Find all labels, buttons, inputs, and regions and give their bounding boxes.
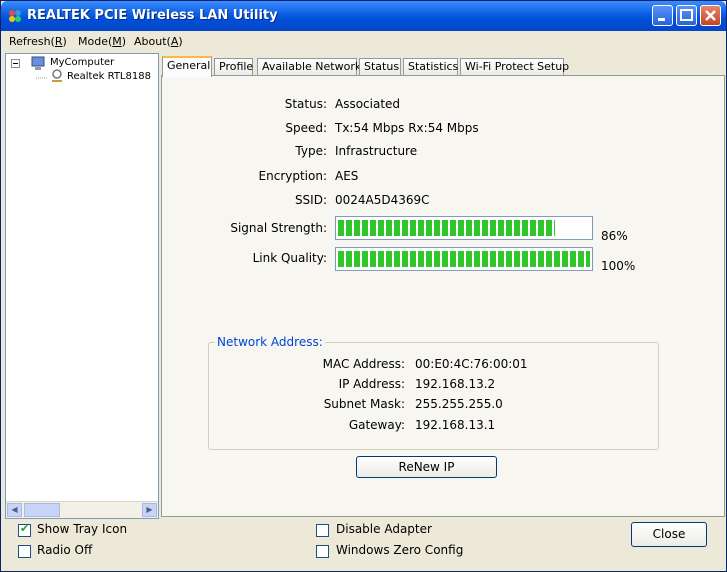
subnet-mask-label: Subnet Mask:	[323, 397, 405, 411]
menu-mode[interactable]: Mode(M)	[78, 35, 126, 48]
menu-refresh-accel: R	[54, 35, 63, 48]
menu-refresh-label: Refresh(	[9, 35, 55, 48]
menu-about-label: About(	[134, 35, 171, 48]
windows-zero-config-checkbox[interactable]	[316, 545, 329, 558]
adapter-icon	[52, 69, 62, 82]
tab-wifi-protect-setup[interactable]: Wi-Fi Protect Setup	[460, 58, 569, 75]
maximize-button[interactable]	[676, 5, 697, 26]
collapse-icon[interactable]	[11, 59, 21, 69]
menu-refresh[interactable]: Refresh(R)	[9, 35, 67, 48]
close-icon	[705, 10, 716, 21]
menu-refresh-tail: )	[62, 35, 67, 48]
signal-strength-label: Signal Strength:	[230, 221, 327, 235]
link-quality-bar	[335, 247, 593, 271]
tab-profile[interactable]: Profile	[214, 58, 253, 75]
ip-address-label: IP Address:	[338, 377, 405, 391]
menu-bar: Refresh(R) Mode(M) About(A)	[1, 32, 726, 51]
show-tray-icon-label[interactable]: Show Tray Icon	[37, 522, 127, 536]
menu-mode-label: Mode(	[78, 35, 113, 48]
link-quality-fill	[338, 251, 590, 267]
signal-strength-percent: 86%	[601, 229, 628, 243]
menu-mode-accel: M	[112, 35, 122, 48]
type-value: Infrastructure	[335, 144, 418, 158]
show-tray-icon-checkbox[interactable]: ✔	[18, 522, 31, 537]
signal-strength-fill	[338, 220, 555, 236]
tab-status[interactable]: Status	[359, 58, 401, 75]
mac-address-label: MAC Address:	[322, 357, 405, 371]
status-value: Associated	[335, 97, 401, 111]
device-tree[interactable]: MyComputer Realtek RTL8188 ◀ ▶	[5, 53, 159, 519]
windows-zero-config-label[interactable]: Windows Zero Config	[336, 543, 463, 557]
link-quality-percent: 100%	[601, 259, 636, 273]
tab-available-network[interactable]: Available Network	[257, 58, 361, 75]
close-window-button[interactable]	[700, 5, 721, 26]
tree-horizontal-scrollbar[interactable]: ◀ ▶	[6, 501, 158, 518]
window-title: REALTEK PCIE Wireless LAN Utility	[27, 8, 278, 23]
tree-item-adapter[interactable]: Realtek RTL8188	[67, 71, 151, 82]
network-address-title: Network Address:	[215, 335, 325, 349]
radio-off-checkbox[interactable]	[18, 545, 31, 558]
maximize-icon	[680, 9, 693, 21]
network-app-icon	[9, 10, 21, 22]
scroll-right-button[interactable]: ▶	[142, 503, 157, 517]
disable-adapter-label[interactable]: Disable Adapter	[336, 522, 432, 536]
close-button[interactable]: Close	[631, 522, 707, 547]
tree-item-mycomputer[interactable]: MyComputer	[50, 57, 114, 68]
app-window: REALTEK PCIE Wireless LAN Utility Refres…	[0, 0, 727, 572]
ssid-value: 0024A5D4369C	[335, 193, 430, 207]
menu-mode-tail: )	[121, 35, 127, 48]
scroll-left-button[interactable]: ◀	[7, 503, 22, 517]
general-panel	[161, 75, 725, 517]
speed-label: Speed:	[285, 121, 327, 135]
ip-address-value: 192.168.13.2	[415, 377, 496, 391]
disable-adapter-checkbox[interactable]	[316, 524, 329, 537]
minimize-icon	[658, 18, 665, 21]
link-quality-label: Link Quality:	[252, 251, 327, 265]
check-mark-icon: ✔	[20, 522, 30, 535]
encryption-label: Encryption:	[258, 169, 327, 183]
scroll-thumb[interactable]	[24, 503, 60, 517]
menu-about-tail: )	[178, 35, 183, 48]
subnet-mask-value: 255.255.255.0	[415, 397, 503, 411]
minimize-button[interactable]	[652, 5, 673, 26]
renew-ip-button[interactable]: ReNew IP	[356, 456, 497, 478]
speed-value: Tx:54 Mbps Rx:54 Mbps	[335, 121, 479, 135]
encryption-value: AES	[335, 169, 359, 183]
title-bar[interactable]: REALTEK PCIE Wireless LAN Utility	[1, 1, 726, 31]
radio-off-label[interactable]: Radio Off	[37, 543, 92, 557]
ssid-label: SSID:	[294, 193, 327, 207]
tab-statistics[interactable]: Statistics	[403, 58, 458, 75]
signal-strength-bar	[335, 216, 593, 240]
gateway-value: 192.168.13.1	[415, 418, 496, 432]
type-label: Type:	[295, 144, 327, 158]
menu-about[interactable]: About(A)	[134, 35, 183, 48]
gateway-label: Gateway:	[348, 418, 405, 432]
tab-general[interactable]: General	[162, 56, 212, 77]
status-label: Status:	[284, 97, 327, 111]
mac-address-value: 00:E0:4C:76:00:01	[415, 357, 528, 371]
